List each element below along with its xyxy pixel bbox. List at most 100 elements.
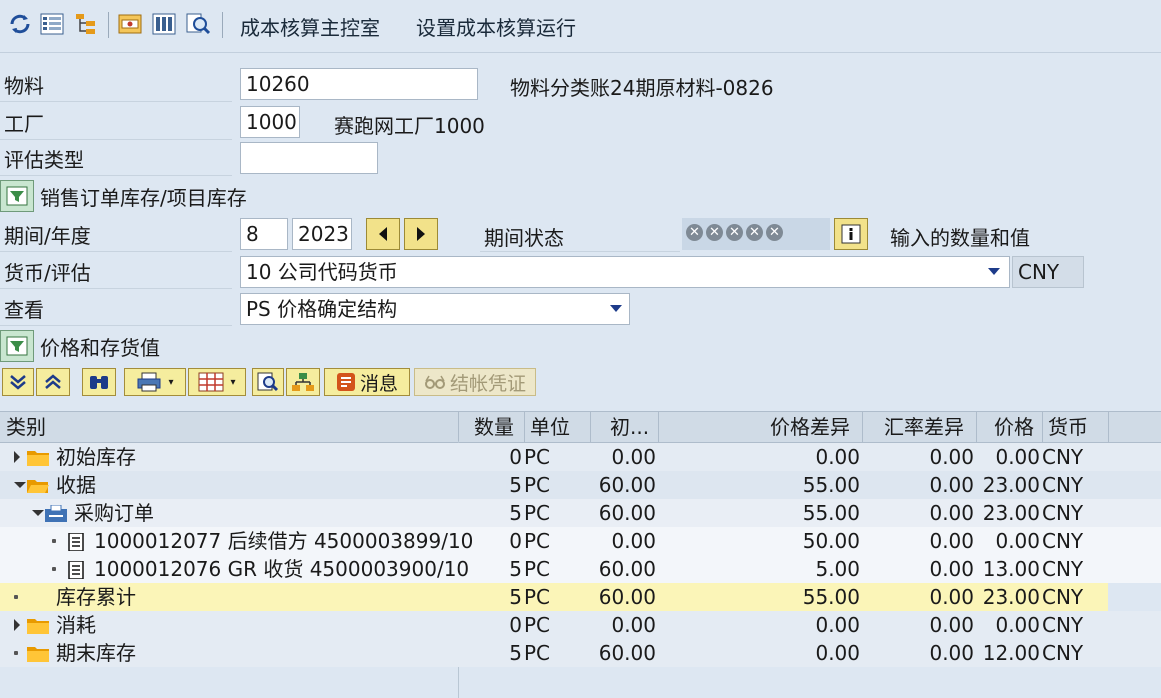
status-lamp-icon: ✕ xyxy=(726,224,743,241)
messages-button[interactable]: 消息 xyxy=(324,368,410,396)
table-row[interactable]: 期末库存 5 0.00 0.00 12.00 60.00 PC CNY xyxy=(0,639,1161,667)
currency-code-field: CNY xyxy=(1012,256,1084,288)
row-quantity: 0 xyxy=(509,445,522,469)
folder-open-icon xyxy=(26,476,50,494)
filter-icon xyxy=(6,336,28,356)
table-row[interactable]: 初始库存 0 0.00 0.00 0.00 0.00 PC CNY xyxy=(0,443,1161,471)
closing-document-label: 结帐凭证 xyxy=(449,372,526,395)
closing-document-button[interactable]: 结帐凭证 xyxy=(414,368,536,396)
table-row[interactable]: 采购订单 5 55.00 0.00 23.00 60.00 PC CNY xyxy=(0,499,1161,527)
table-row[interactable]: 1000012076 GR 收货 4500003900/10 5 5.00 0.00 1… xyxy=(0,555,1161,583)
document-icon xyxy=(64,560,88,580)
chevron-down-icon[interactable] xyxy=(610,305,622,312)
arrow-left-icon xyxy=(379,227,387,241)
dropdown-icon: ▾ xyxy=(230,376,236,388)
arrow-right-icon xyxy=(417,227,425,241)
row-category-label: 1000012077 后续借方 4500003899/10 xyxy=(94,529,474,553)
year-input[interactable]: 2023 xyxy=(292,218,352,250)
column-header-price[interactable]: 价格 xyxy=(994,412,1034,442)
table-row[interactable]: 库存累计 5 55.00 0.00 23.00 60.00 PC CNY xyxy=(0,583,1108,611)
tree-icon[interactable] xyxy=(72,10,100,38)
row-category-label: 初始库存 xyxy=(56,445,136,469)
refresh-icon[interactable] xyxy=(6,10,34,38)
layout-button[interactable]: ▾ xyxy=(188,368,246,396)
row-exchange-difference: 0.00 xyxy=(929,501,974,525)
messages-label: 消息 xyxy=(359,372,398,395)
period-status-label: 期间状态 xyxy=(484,226,564,250)
column-header-exchange-difference[interactable]: 汇率差异 xyxy=(884,412,964,442)
column-header-initial[interactable]: 初... xyxy=(610,412,649,442)
period-year-label: 期间/年度 xyxy=(4,224,91,248)
collapse-node-icon[interactable] xyxy=(32,510,44,516)
table-row[interactable]: 1000012077 后续借方 4500003899/10 0 50.00 0.00 0… xyxy=(0,527,1161,555)
period-input[interactable]: 8 xyxy=(240,218,288,250)
row-price-difference: 0.00 xyxy=(815,445,860,469)
row-price: 0.00 xyxy=(995,529,1040,553)
row-quantity: 0 xyxy=(509,613,522,637)
row-currency: CNY xyxy=(1042,585,1084,609)
folder-icon xyxy=(26,616,50,634)
chevron-down-icon[interactable] xyxy=(988,268,1000,275)
cost-cockpit-link[interactable]: 成本核算主控室 xyxy=(240,12,380,41)
dropdown-icon: ▾ xyxy=(168,376,174,388)
next-period-button[interactable] xyxy=(404,218,438,250)
currency-valuation-value: 10 公司代码货币 xyxy=(246,260,398,284)
tree-leaf-marker-icon xyxy=(14,595,18,599)
row-exchange-difference: 0.00 xyxy=(929,473,974,497)
collapse-all-button[interactable] xyxy=(36,368,70,396)
setup-costing-run-link[interactable]: 设置成本核算运行 xyxy=(416,12,576,41)
row-currency: CNY xyxy=(1042,445,1084,469)
printer-icon xyxy=(137,372,161,392)
expand-node-icon[interactable] xyxy=(14,451,20,463)
column-header-unit[interactable]: 单位 xyxy=(530,412,570,442)
view-select[interactable]: PS 价格确定结构 xyxy=(240,293,630,325)
row-unit: PC xyxy=(524,641,551,665)
row-currency: CNY xyxy=(1042,529,1084,553)
row-initial-value: 0.00 xyxy=(611,529,656,553)
period-status-text: 输入的数量和值 xyxy=(890,226,1030,250)
row-exchange-difference: 0.00 xyxy=(929,641,974,665)
find-button[interactable] xyxy=(82,368,116,396)
expand-node-icon[interactable] xyxy=(14,619,20,631)
display-icon[interactable] xyxy=(116,10,144,38)
period-status-info-button[interactable] xyxy=(834,218,868,250)
sales-order-stock-label: 销售订单库存/项目库存 xyxy=(40,186,247,210)
plant-input[interactable]: 1000 xyxy=(240,106,300,138)
currency-valuation-select[interactable]: 10 公司代码货币 xyxy=(240,256,1010,288)
price-stock-toggle[interactable] xyxy=(0,330,34,362)
column-header-category[interactable]: 类别 xyxy=(6,412,46,442)
column-header-price-difference[interactable]: 价格差异 xyxy=(770,412,850,442)
currency-valuation-label: 货币/评估 xyxy=(4,261,91,285)
previous-period-button[interactable] xyxy=(366,218,400,250)
search-settings-icon[interactable] xyxy=(184,10,212,38)
expand-all-button[interactable] xyxy=(2,368,34,396)
column-header-quantity[interactable]: 数量 xyxy=(474,412,514,442)
row-unit: PC xyxy=(524,445,551,469)
status-lamp-icon: ✕ xyxy=(746,224,763,241)
purchase-order-icon xyxy=(44,504,68,522)
folder-icon xyxy=(26,644,50,662)
row-price: 0.00 xyxy=(995,613,1040,637)
row-unit: PC xyxy=(524,557,551,581)
row-exchange-difference: 0.00 xyxy=(929,613,974,637)
collapse-icon xyxy=(45,374,61,389)
hierarchy-button[interactable] xyxy=(286,368,320,396)
row-price: 0.00 xyxy=(995,445,1040,469)
column-header-currency[interactable]: 货币 xyxy=(1048,412,1088,442)
tree-leaf-marker-icon xyxy=(52,567,56,571)
sales-order-stock-toggle[interactable] xyxy=(0,180,34,212)
material-input[interactable]: 10260 xyxy=(240,68,478,100)
columns-icon[interactable] xyxy=(150,10,178,38)
detail-button[interactable] xyxy=(252,368,284,396)
table-row[interactable]: 收据 5 55.00 0.00 23.00 60.00 PC CNY xyxy=(0,471,1161,499)
row-price-difference: 0.00 xyxy=(815,613,860,637)
row-unit: PC xyxy=(524,585,551,609)
row-price: 12.00 xyxy=(982,641,1040,665)
valuation-type-input[interactable] xyxy=(240,142,378,174)
collapse-node-icon[interactable] xyxy=(14,482,26,488)
binoculars-icon xyxy=(90,376,108,389)
table-row[interactable]: 消耗 0 0.00 0.00 0.00 0.00 PC CNY xyxy=(0,611,1161,639)
print-button[interactable]: ▾ xyxy=(124,368,186,396)
list-icon[interactable] xyxy=(38,10,66,38)
glasses-icon xyxy=(424,375,445,389)
